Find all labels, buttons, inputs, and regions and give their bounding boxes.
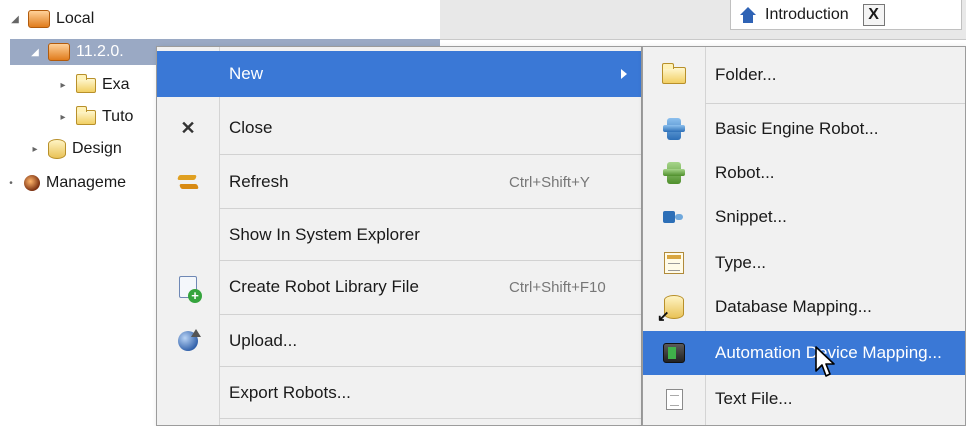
menu-item-label: Type...	[715, 253, 767, 272]
refresh-icon	[176, 172, 200, 192]
folder-icon	[76, 105, 96, 125]
bullet-icon: •	[9, 177, 13, 189]
robot-icon	[663, 162, 685, 184]
editor-tab-bar: Introduction X	[440, 0, 966, 40]
menu-separator	[219, 208, 641, 209]
menu-shortcut: Ctrl+Shift+F10	[509, 278, 606, 296]
menu-item-create-robot-library-file[interactable]: Create Robot Library File Ctrl+Shift+F10	[157, 262, 641, 312]
menu-shortcut: Ctrl+Shift+Y	[509, 173, 590, 191]
close-icon: ✕	[180, 117, 196, 138]
tree-item-design[interactable]: ▸ Design	[28, 136, 122, 162]
menu-separator	[219, 418, 641, 419]
submenu-item-text-file[interactable]: Text File...	[643, 377, 965, 421]
collapse-arrow-icon[interactable]: ◢	[8, 14, 22, 25]
submenu-item-database-mapping[interactable]: Database Mapping...	[643, 285, 965, 329]
type-icon	[664, 252, 684, 274]
context-menu: New ✕ Close Refresh Ctrl+Shift+Y Show In…	[156, 46, 642, 426]
menu-item-show-in-system-explorer[interactable]: Show In System Explorer	[157, 210, 641, 260]
tree-item-management[interactable]: • Manageme	[4, 170, 126, 196]
automation-device-icon	[663, 343, 685, 363]
menu-separator	[219, 314, 641, 315]
menu-item-label: Close	[229, 118, 273, 137]
menu-item-close[interactable]: ✕ Close	[157, 103, 641, 153]
submenu-item-basic-engine-robot[interactable]: Basic Engine Robot...	[643, 107, 965, 151]
tab-introduction-label: Introduction	[765, 5, 849, 23]
submenu-item-folder[interactable]: Folder...	[643, 53, 965, 97]
folder-icon	[662, 62, 686, 84]
close-tab-button[interactable]: X	[862, 3, 885, 26]
collapse-arrow-icon[interactable]: ◢	[28, 47, 42, 58]
menu-item-label: Robot...	[715, 163, 775, 182]
expand-arrow-icon[interactable]: ▸	[56, 80, 70, 91]
management-icon	[24, 175, 40, 191]
submenu-item-snippet[interactable]: Snippet...	[643, 195, 965, 239]
database-mapping-icon	[657, 295, 684, 325]
menu-item-label: Folder...	[715, 65, 777, 84]
tab-introduction[interactable]: Introduction X	[730, 0, 962, 30]
expand-arrow-icon[interactable]: ▸	[56, 112, 70, 123]
text-file-icon	[665, 388, 683, 410]
snippet-icon	[663, 209, 685, 225]
menu-item-refresh[interactable]: Refresh Ctrl+Shift+Y	[157, 157, 641, 207]
menu-item-label: Text File...	[715, 389, 793, 408]
menu-separator	[219, 154, 641, 155]
menu-item-label: Show In System Explorer	[229, 225, 420, 244]
menu-item-label: Export Robots...	[229, 383, 351, 402]
menu-item-export-robots[interactable]: Export Robots...	[157, 368, 641, 418]
home-icon	[739, 6, 757, 23]
menu-item-new[interactable]: New	[157, 51, 641, 97]
menu-item-label: Database Mapping...	[715, 297, 872, 316]
submenu-item-robot[interactable]: Robot...	[643, 151, 965, 195]
menu-item-label: Upload...	[229, 331, 298, 350]
menu-separator	[219, 260, 641, 261]
menu-separator	[705, 103, 965, 104]
basic-engine-robot-icon	[663, 118, 685, 140]
upload-icon	[178, 329, 201, 351]
package-icon	[48, 43, 70, 61]
folder-icon	[76, 73, 96, 93]
tree-item-local[interactable]: ◢ Local	[8, 6, 438, 32]
menu-item-label: Snippet...	[715, 207, 787, 226]
menu-item-label: New	[229, 64, 264, 83]
new-submenu: Folder... Basic Engine Robot... Robot...…	[642, 46, 966, 426]
robot-library-icon	[179, 276, 202, 303]
menu-item-label: Basic Engine Robot...	[715, 119, 879, 138]
menu-item-upload[interactable]: Upload...	[157, 316, 641, 366]
submenu-item-automation-device-mapping[interactable]: Automation Device Mapping...	[643, 331, 965, 375]
expand-arrow-icon[interactable]: ▸	[28, 144, 42, 155]
tree-item-tutorials[interactable]: ▸ Tuto	[56, 104, 133, 130]
database-icon	[48, 139, 66, 159]
mouse-cursor-icon	[815, 346, 835, 377]
tree-item-examples[interactable]: ▸ Exa	[56, 72, 130, 98]
submenu-item-type[interactable]: Type...	[643, 241, 965, 285]
submenu-arrow-icon	[621, 69, 627, 79]
menu-separator	[219, 366, 641, 367]
package-icon	[28, 10, 50, 28]
